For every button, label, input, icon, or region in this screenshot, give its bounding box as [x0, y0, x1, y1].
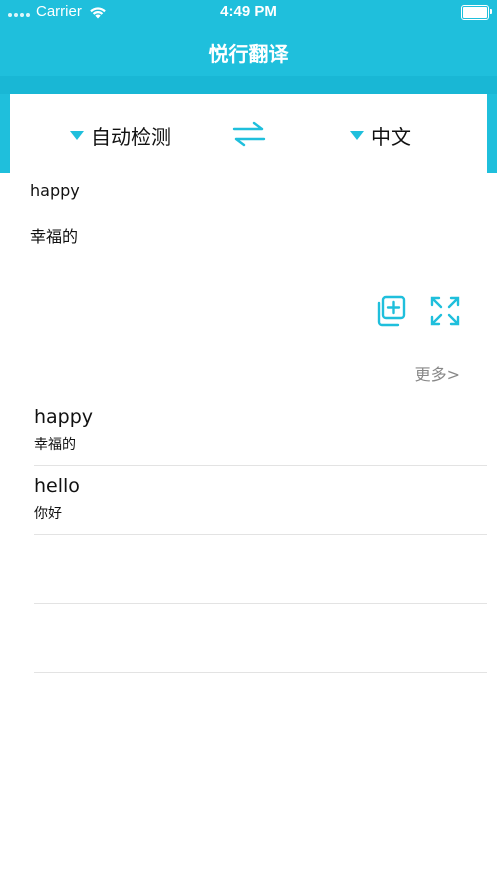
translation-result: 幸福的: [30, 227, 79, 246]
history-item[interactable]: [34, 535, 487, 604]
history-list: happy 幸福的 hello 你好: [34, 397, 487, 673]
history-translation: 幸福的: [34, 437, 76, 453]
battery-icon: [461, 5, 492, 20]
dropdown-triangle-icon: [350, 131, 364, 140]
expand-icon[interactable]: [429, 295, 461, 327]
dropdown-triangle-icon: [70, 131, 84, 140]
status-bar: Carrier 4:49 PM: [0, 0, 497, 26]
history-item[interactable]: [34, 604, 487, 673]
status-time: 4:49 PM: [220, 3, 277, 20]
header-band: [0, 76, 497, 94]
history-word: hello: [34, 475, 80, 497]
history-item[interactable]: happy 幸福的: [34, 397, 487, 466]
history-word: happy: [34, 406, 94, 428]
history-item[interactable]: hello 你好: [34, 466, 487, 535]
add-to-collection-icon[interactable]: [374, 295, 406, 327]
swap-arrows-icon[interactable]: [232, 120, 266, 148]
language-selector-bar: 自动检测 中文: [10, 94, 487, 173]
source-language-dropdown[interactable]: 自动检测: [70, 121, 171, 150]
source-language-label: 自动检测: [91, 125, 171, 149]
target-language-label: 中文: [371, 125, 411, 149]
target-language-dropdown[interactable]: 中文: [350, 121, 411, 150]
history-translation: 你好: [34, 506, 62, 522]
source-text[interactable]: happy: [30, 181, 80, 200]
more-history-link[interactable]: 更多>: [415, 361, 460, 385]
page-title: 悦行翻译: [208, 42, 289, 66]
header: Carrier 4:49 PM 悦行翻译 自动检测 中文: [0, 0, 497, 173]
